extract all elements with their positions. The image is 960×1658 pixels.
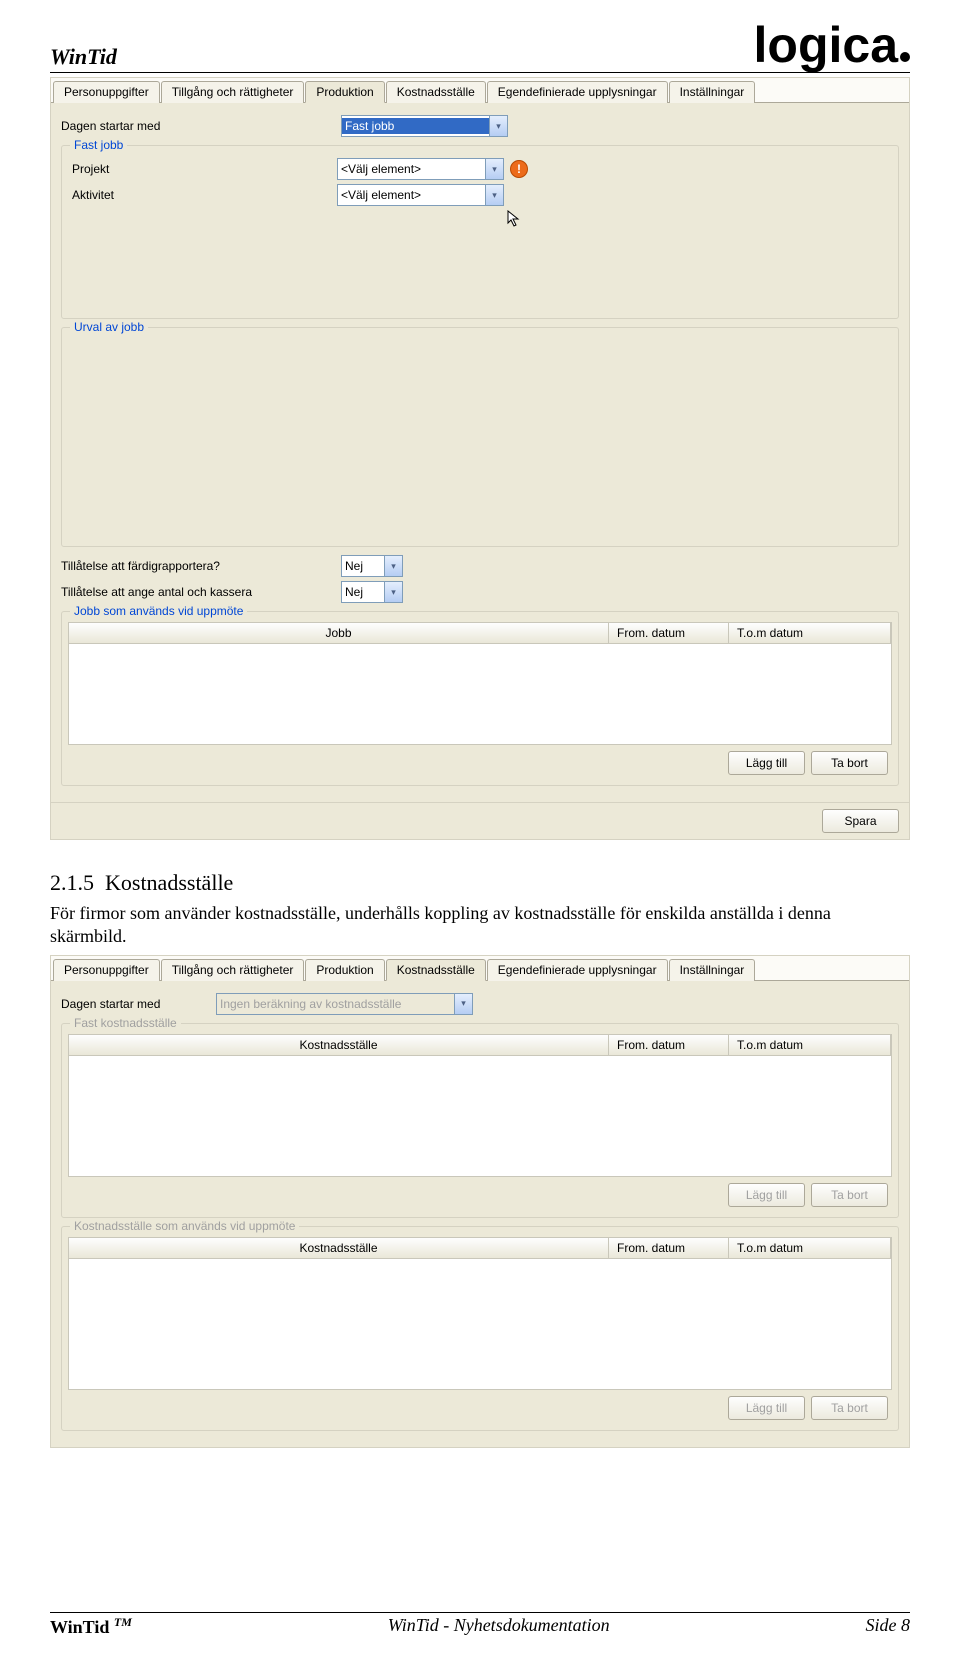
projekt-select[interactable]: <Välj element> ▾ bbox=[337, 158, 504, 180]
footer-right: Side 8 bbox=[865, 1615, 910, 1638]
fastjobb-fieldset: Fast jobb Projekt <Välj element> ▾ ! Akt… bbox=[61, 145, 899, 319]
jobb-table-header: Jobb From. datum T.o.m datum bbox=[68, 622, 892, 644]
upp-table-header: Kostnadsställe From. datum T.o.m datum bbox=[68, 1237, 892, 1259]
jobb-uppmote-fieldset: Jobb som används vid uppmöte Jobb From. … bbox=[61, 611, 899, 786]
remove-button: Ta bort bbox=[811, 1396, 888, 1420]
chevron-down-icon: ▾ bbox=[384, 582, 402, 602]
tab-egendefinierade[interactable]: Egendefinierade upplysningar bbox=[487, 81, 668, 103]
uppmote-kostnad-fieldset: Kostnadsställe som används vid uppmöte K… bbox=[61, 1226, 899, 1431]
dagen-label-2: Dagen startar med bbox=[61, 997, 216, 1011]
urval-fieldset: Urval av jobb bbox=[61, 327, 899, 547]
fast-kostnad-fieldset: Fast kostnadsställe Kostnadsställe From.… bbox=[61, 1023, 899, 1218]
warning-icon: ! bbox=[510, 160, 528, 178]
add-button: Lägg till bbox=[728, 1183, 805, 1207]
aktivitet-select[interactable]: <Välj element> ▾ bbox=[337, 184, 504, 206]
tab-bar-2: Personuppgifter Tillgång och rättigheter… bbox=[51, 956, 909, 981]
chevron-down-icon: ▾ bbox=[384, 556, 402, 576]
remove-button: Ta bort bbox=[811, 1183, 888, 1207]
screenshot-produktion: Personuppgifter Tillgång och rättigheter… bbox=[50, 77, 910, 840]
tab-personuppgifter[interactable]: Personuppgifter bbox=[53, 959, 160, 981]
chevron-down-icon: ▾ bbox=[485, 185, 503, 205]
section-heading: 2.1.5 Kostnadsställe bbox=[50, 870, 910, 896]
tab-tillgang[interactable]: Tillgång och rättigheter bbox=[161, 81, 305, 103]
chevron-down-icon: ▾ bbox=[454, 994, 472, 1014]
tab-installningar[interactable]: Inställningar bbox=[669, 81, 756, 103]
dagen-label: Dagen startar med bbox=[61, 119, 341, 133]
dagen-select[interactable]: Fast jobb ▾ bbox=[341, 115, 508, 137]
tillat2-select[interactable]: Nej ▾ bbox=[341, 581, 403, 603]
chevron-down-icon: ▾ bbox=[485, 159, 503, 179]
tab-produktion[interactable]: Produktion bbox=[305, 81, 384, 103]
tab-tillgang[interactable]: Tillgång och rättigheter bbox=[161, 959, 305, 981]
tab-egendefinierade[interactable]: Egendefinierade upplysningar bbox=[487, 959, 668, 981]
tab-personuppgifter[interactable]: Personuppgifter bbox=[53, 81, 160, 103]
tillat2-label: Tillåtelse att ange antal och kassera bbox=[61, 585, 341, 599]
section-body: För firmor som använder kostnadsställe, … bbox=[50, 902, 910, 949]
tab-kostnadsstalle[interactable]: Kostnadsställe bbox=[386, 81, 486, 103]
page-header: WinTid logica bbox=[50, 20, 910, 73]
cursor-icon bbox=[507, 210, 888, 228]
screenshot-kostnadsstalle: Personuppgifter Tillgång och rättigheter… bbox=[50, 955, 910, 1448]
jobb-table-body bbox=[68, 644, 892, 745]
dagen-select-2: Ingen beräkning av kostnadsställe ▾ bbox=[216, 993, 473, 1015]
tillat1-select[interactable]: Nej ▾ bbox=[341, 555, 403, 577]
add-button: Lägg till bbox=[728, 1396, 805, 1420]
tillat1-label: Tillåtelse att färdigrapportera? bbox=[61, 559, 341, 573]
aktivitet-label: Aktivitet bbox=[72, 188, 337, 202]
projekt-label: Projekt bbox=[72, 162, 337, 176]
save-button[interactable]: Spara bbox=[822, 809, 899, 833]
upp-table-body bbox=[68, 1259, 892, 1390]
header-title: WinTid bbox=[50, 44, 117, 70]
chevron-down-icon: ▾ bbox=[489, 116, 507, 136]
tab-produktion[interactable]: Produktion bbox=[305, 959, 384, 981]
logica-logo: logica bbox=[754, 20, 910, 70]
footer-center: WinTid - Nyhetsdokumentation bbox=[388, 1615, 610, 1638]
footer-left: WinTid TM bbox=[50, 1615, 132, 1638]
remove-button[interactable]: Ta bort bbox=[811, 751, 888, 775]
tab-installningar[interactable]: Inställningar bbox=[669, 959, 756, 981]
page-footer: WinTid TM WinTid - Nyhetsdokumentation S… bbox=[50, 1612, 910, 1638]
fast-table-header: Kostnadsställe From. datum T.o.m datum bbox=[68, 1034, 892, 1056]
fast-table-body bbox=[68, 1056, 892, 1177]
add-button[interactable]: Lägg till bbox=[728, 751, 805, 775]
tab-bar: Personuppgifter Tillgång och rättigheter… bbox=[51, 78, 909, 103]
tab-kostnadsstalle[interactable]: Kostnadsställe bbox=[386, 959, 486, 981]
